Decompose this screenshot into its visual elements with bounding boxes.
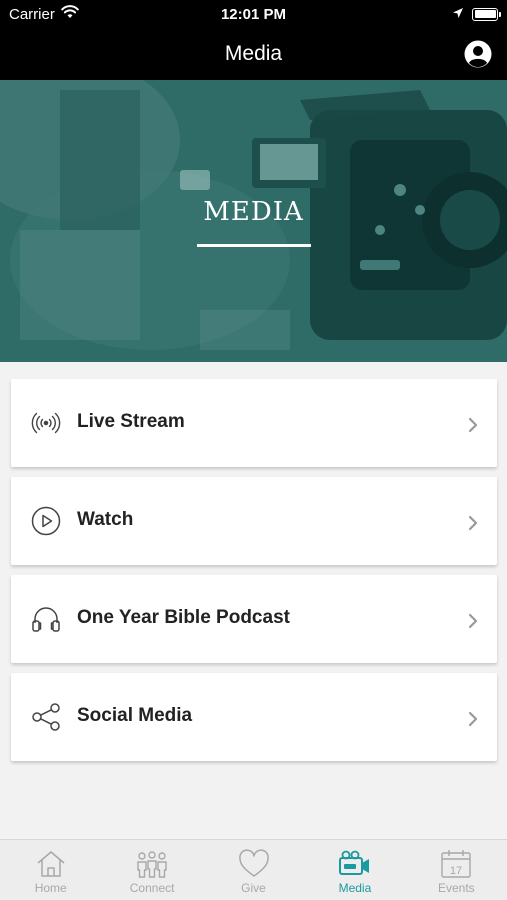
hero-underline [197,244,311,247]
tab-bar: Home Connect Give Media 17 Events [0,839,507,900]
nav-bar: Media [0,28,507,80]
user-avatar-icon [464,40,492,68]
page-title: Media [224,42,283,65]
live-stream-icon [30,407,62,439]
heart-icon [238,849,269,877]
calendar-icon: 17 [441,850,472,878]
menu-item-social-media[interactable]: Social Media [11,673,497,761]
calendar-day-text: 17 [450,865,462,877]
battery-icon [472,7,501,21]
status-time: 12:01 PM [220,5,287,23]
tab-label: Connect [129,881,175,895]
hero-banner: MEDIA [0,80,507,362]
menu-item-live-stream[interactable]: Live Stream [11,379,497,467]
home-icon [37,851,65,877]
headphones-icon [30,603,62,635]
chevron-right-icon [468,711,478,727]
menu-item-label: Watch [77,509,134,530]
hero-title: MEDIA [203,197,304,227]
tab-media[interactable]: Media [304,840,405,900]
chevron-right-icon [468,613,478,629]
location-arrow-icon [452,6,464,23]
play-circle-icon [30,505,62,537]
tab-give[interactable]: Give [203,840,304,900]
menu-item-label: Social Media [77,705,193,726]
status-right [452,6,501,23]
tab-label: Events [437,881,475,895]
profile-button[interactable] [463,39,493,69]
menu-item-label: Live Stream [77,411,185,432]
tab-label: Home [34,881,67,895]
menu-item-watch[interactable]: Watch [11,477,497,565]
menu-item-label: One Year Bible Podcast [77,607,290,628]
tab-label: Give [241,881,266,895]
video-camera-icon [338,850,369,875]
share-icon [30,701,62,733]
tab-connect[interactable]: Connect [101,840,202,900]
chevron-right-icon [468,417,478,433]
status-bar: Carrier 12:01 PM [0,0,507,28]
tab-events[interactable]: 17 Events [406,840,507,900]
people-icon [137,851,167,878]
tab-label: Media [338,881,372,895]
chevron-right-icon [468,515,478,531]
menu-item-podcast[interactable]: One Year Bible Podcast [11,575,497,663]
tab-home[interactable]: Home [0,840,101,900]
